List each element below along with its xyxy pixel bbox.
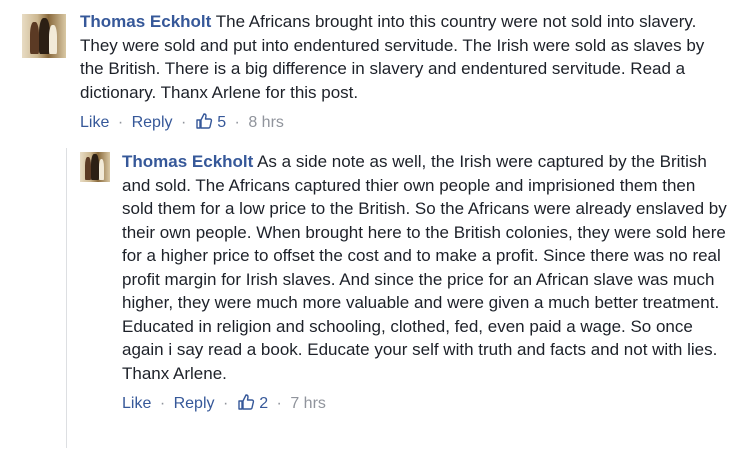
comment-actions: Like · Reply · 2 · 7 hrs <box>122 393 730 414</box>
separator: · <box>117 114 124 131</box>
avatar[interactable] <box>80 152 110 182</box>
timestamp[interactable]: 7 hrs <box>290 395 326 412</box>
comment-text-block: Thomas Eckholt As a side note as well, t… <box>122 150 730 385</box>
comment-actions: Like · Reply · 5 · 8 hrs <box>80 112 722 133</box>
like-button[interactable]: Like <box>122 395 151 412</box>
comment-body: Thomas Eckholt As a side note as well, t… <box>122 150 730 414</box>
separator: · <box>180 114 187 131</box>
author-name-link[interactable]: Thomas Eckholt <box>122 152 253 171</box>
separator: · <box>276 395 282 412</box>
like-count-link[interactable]: 5 <box>195 113 231 131</box>
avatar[interactable] <box>22 14 66 58</box>
thumbs-up-icon <box>196 113 212 129</box>
comment-body: Thomas Eckholt The Africans brought into… <box>80 10 722 133</box>
thumbs-up-icon <box>238 394 254 410</box>
reply-button[interactable]: Reply <box>132 114 173 131</box>
like-button[interactable]: Like <box>80 114 109 131</box>
reply-button[interactable]: Reply <box>174 395 215 412</box>
comment-text-block: Thomas Eckholt The Africans brought into… <box>80 10 722 104</box>
separator: · <box>234 114 240 131</box>
author-name-link[interactable]: Thomas Eckholt <box>80 12 211 31</box>
like-count: 5 <box>217 114 227 131</box>
like-count: 2 <box>259 395 269 412</box>
reply-thread-line <box>66 148 67 448</box>
timestamp[interactable]: 8 hrs <box>248 114 284 131</box>
comment-text: As a side note as well, the Irish were c… <box>122 152 727 383</box>
like-count-link[interactable]: 2 <box>237 394 273 412</box>
separator: · <box>159 395 166 412</box>
separator: · <box>222 395 229 412</box>
